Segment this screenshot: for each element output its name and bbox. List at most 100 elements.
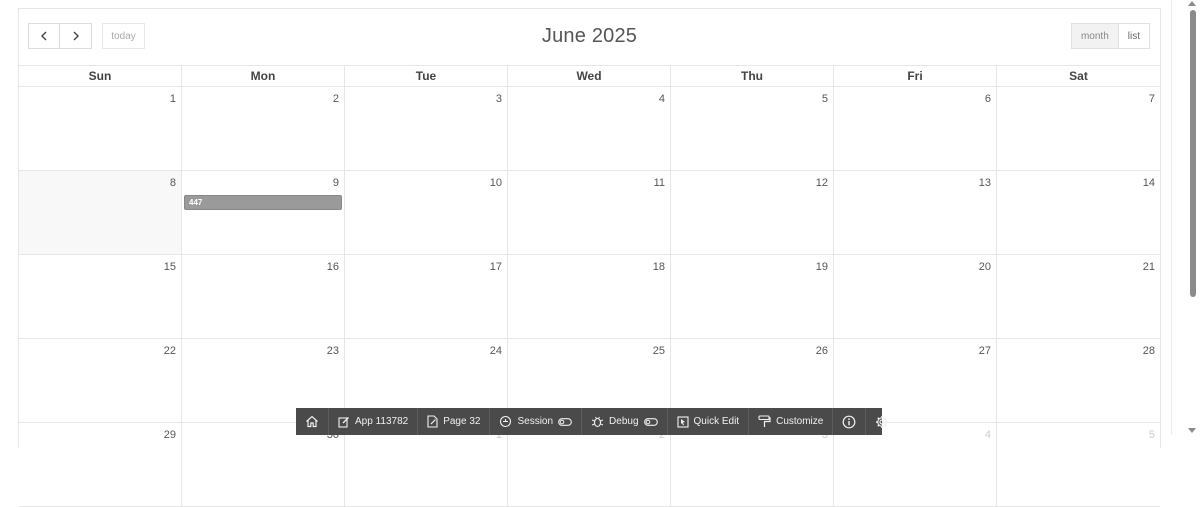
weekday-label: Sun [19,66,182,86]
day-cell[interactable]: 2 [182,87,345,170]
weekday-label: Tue [345,66,508,86]
weekday-label: Sat [1069,69,1088,83]
content-edge [1171,0,1172,435]
day-cell[interactable]: 7 [997,87,1160,170]
info-button[interactable] [833,408,867,435]
paint-roller-icon [758,415,771,427]
scroll-thumb[interactable] [1190,10,1196,297]
customize-button[interactable]: Customize [749,408,834,435]
app-button[interactable]: App 113782 [329,408,419,435]
day-cell[interactable]: 18 [508,255,671,338]
quick-edit-icon [676,415,689,428]
day-cell[interactable]: 15 [19,255,182,338]
day-cell[interactable]: 29 [19,423,182,506]
day-number: 20 [978,261,991,273]
day-number: 18 [652,261,665,273]
debug-label: Debug [609,416,639,427]
day-cell[interactable]: 16 [182,255,345,338]
day-number: 22 [163,345,176,357]
day-number: 7 [1148,93,1155,105]
toggle-icon [643,417,658,426]
week-row: 1 2 3 4 5 6 7 [19,87,1160,171]
calendar-title: June 2025 [541,25,638,47]
weekday-label: Mon [182,66,345,86]
scroll-down-arrow-icon[interactable] [1188,428,1196,433]
page-button[interactable]: Page 32 [418,408,491,435]
app-label: App 113782 [355,416,409,427]
gear-icon [876,415,889,428]
home-button[interactable] [296,408,329,435]
quick-edit-label: Quick Edit [693,416,740,427]
day-cell[interactable]: 22 [19,339,182,422]
session-label: Session [517,416,554,427]
day-cell-other-month[interactable]: 3 [671,423,834,506]
weekday-label: Fri [834,66,997,86]
day-number: 17 [489,261,502,273]
day-number: 27 [978,345,991,357]
day-cell[interactable]: 14 [997,171,1160,254]
day-cell[interactable]: 30 [182,423,345,506]
day-cell-other-month[interactable]: 2 [508,423,671,506]
day-number: 23 [326,345,339,357]
day-cell-other-month[interactable]: 5 [997,423,1160,506]
day-number: 9 [332,177,339,189]
week-row: 29 30 1 2 3 4 5 [19,423,1160,507]
settings-button[interactable] [866,408,898,435]
week-row: 8 9 447 10 11 12 13 14 [19,171,1160,255]
day-cell-other-month[interactable]: 1 [345,423,508,506]
info-icon [842,415,856,428]
day-number: 16 [326,261,339,273]
day-cell[interactable]: 21 [997,255,1160,338]
day-cell[interactable]: 17 [345,255,508,338]
debug-button[interactable]: Debug [582,408,668,435]
scroll-up-arrow-icon[interactable] [1188,1,1196,6]
day-cell-today[interactable]: 8 [19,171,182,254]
day-number: 26 [815,345,828,357]
bug-icon [591,416,604,428]
calendar-event[interactable]: 447 [184,195,342,210]
page-scrollbar[interactable] [1185,0,1200,435]
day-cell[interactable]: 20 [834,255,997,338]
day-cell[interactable]: 5 [671,87,834,170]
day-cell[interactable]: 10 [345,171,508,254]
day-number: 4 [658,93,665,105]
day-cell[interactable]: 6 [834,87,997,170]
day-number: 5 [821,93,828,105]
day-cell[interactable]: 28 [997,339,1160,422]
day-cell[interactable]: 12 [671,171,834,254]
home-icon [306,415,318,428]
day-number: 28 [1142,345,1155,357]
day-number: 14 [1142,177,1155,189]
weekday-header: Sun Mon Tue Wed Thu Fri Sat [19,65,1160,87]
day-cell[interactable]: 19 [671,255,834,338]
day-number: 2 [332,93,339,105]
day-number: 19 [815,261,828,273]
day-cell[interactable]: 9 447 [182,171,345,254]
edit-icon [338,416,349,428]
day-number: 25 [652,345,665,357]
day-number: 24 [489,345,502,357]
calendar: today June 2025 month list Sun Mon Tue W… [18,8,1161,507]
toggle-icon [558,417,572,426]
day-number: 5 [1148,429,1155,441]
month-grid: Sun Mon Tue Wed Thu Fri Sat 1 2 3 4 5 6 … [19,65,1160,507]
day-cell[interactable]: 11 [508,171,671,254]
session-button[interactable]: Session [490,408,583,435]
day-cell[interactable]: 4 [508,87,671,170]
list-view-button[interactable]: list [1118,23,1150,49]
day-number: 6 [984,93,991,105]
quick-edit-button[interactable]: Quick Edit [668,408,750,435]
day-cell[interactable]: 13 [834,171,997,254]
page-edit-icon [427,415,438,428]
day-number: 1 [169,93,176,105]
day-cell[interactable]: 1 [19,87,182,170]
calendar-toolbar: today June 2025 month list [19,9,1160,65]
day-cell[interactable]: 3 [345,87,508,170]
weekday-label: Thu [671,66,834,86]
month-view-button[interactable]: month [1070,23,1119,49]
day-number: 12 [815,177,828,189]
week-row: 15 16 17 18 19 20 21 [19,255,1160,339]
day-cell-other-month[interactable]: 4 [834,423,997,506]
day-number: 3 [495,93,502,105]
developer-toolbar: App 113782 Page 32 Session Debug Quick E… [296,408,889,435]
